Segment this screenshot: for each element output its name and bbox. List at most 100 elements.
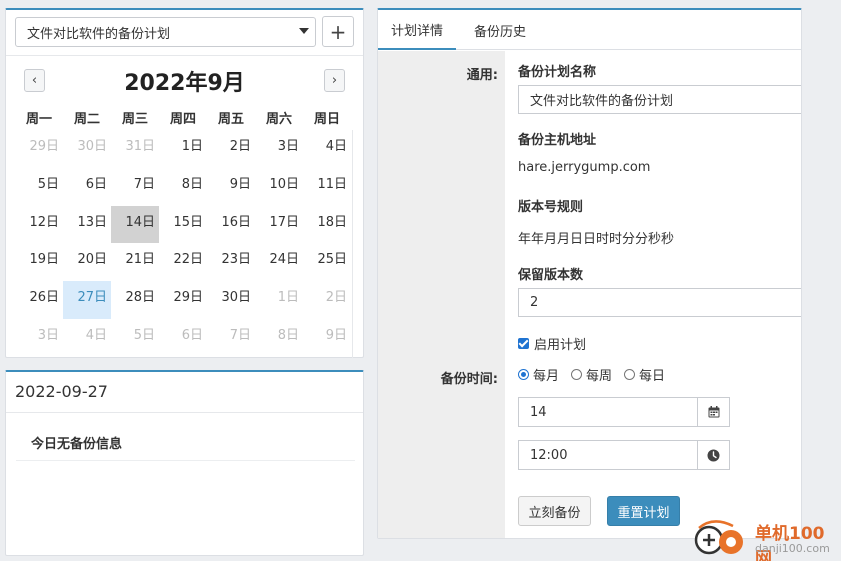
calendar-day[interactable]: 20日 xyxy=(63,243,111,281)
divider xyxy=(6,55,363,56)
calendar-day[interactable]: 8日 xyxy=(159,168,207,206)
radio-label: 每周 xyxy=(586,369,613,384)
day-input[interactable]: 14 xyxy=(518,397,698,427)
calendar-day[interactable]: 3日 xyxy=(15,319,63,357)
label-column xyxy=(378,51,505,538)
radio-weekly[interactable]: 每周 xyxy=(571,365,612,384)
plan-select[interactable]: 文件对比软件的备份计划 xyxy=(15,17,316,47)
calendar-day[interactable]: 12日 xyxy=(15,206,63,244)
calendar-day[interactable]: 30日 xyxy=(207,281,255,319)
calendar-day[interactable]: 9日 xyxy=(207,168,255,206)
radio-label: 每日 xyxy=(639,369,666,384)
radio-daily[interactable]: 每日 xyxy=(624,365,665,384)
no-backup-message: 今日无备份信息 xyxy=(31,437,123,452)
calendar-day[interactable]: 1日 xyxy=(159,130,207,168)
chevron-down-icon xyxy=(299,28,309,34)
calendar-button[interactable] xyxy=(698,397,730,427)
time-picker: 12:00 xyxy=(518,440,730,470)
calendar-day[interactable]: 2日 xyxy=(303,281,351,319)
plan-select-value: 文件对比软件的备份计划 xyxy=(27,26,171,42)
calendar-day[interactable]: 6日 xyxy=(159,319,207,357)
calendar-day[interactable]: 29日 xyxy=(15,130,63,168)
radio-button-checked[interactable] xyxy=(518,369,529,380)
calendar-day[interactable]: 1日 xyxy=(255,281,303,319)
calendar-day[interactable]: 30日 xyxy=(63,130,111,168)
clock-icon xyxy=(707,449,720,461)
next-month-button[interactable]: › xyxy=(324,69,345,92)
calendar-day-today[interactable]: 14日 xyxy=(111,205,159,244)
calendar-day[interactable]: 13日 xyxy=(63,206,111,244)
calendar-day[interactable]: 5日 xyxy=(15,168,63,206)
calendar-day[interactable]: 31日 xyxy=(111,130,159,168)
calendar-day[interactable]: 6日 xyxy=(63,168,111,206)
calendar-day[interactable]: 2日 xyxy=(207,130,255,168)
reset-plan-button[interactable]: 重置计划 xyxy=(607,496,680,526)
calendar-day[interactable]: 23日 xyxy=(207,243,255,281)
radio-button[interactable] xyxy=(624,369,636,380)
calendar-day[interactable]: 4日 xyxy=(303,130,351,168)
watermark-logo-icon xyxy=(694,520,743,555)
month-title: 2022年9月 xyxy=(124,71,245,96)
calendar-day[interactable]: 18日 xyxy=(303,206,351,244)
radio-monthly[interactable]: 每月 xyxy=(518,365,559,384)
keep-versions-title: 保留版本数 xyxy=(518,268,584,283)
calendar-day[interactable]: 9日 xyxy=(303,319,351,357)
time-input[interactable]: 12:00 xyxy=(518,440,698,470)
weekday-label: 周三 xyxy=(121,112,148,127)
calendar-day[interactable]: 19日 xyxy=(15,243,63,281)
calendar-day[interactable]: 25日 xyxy=(303,243,351,281)
calendar-day-selected[interactable]: 27日 xyxy=(63,281,111,319)
selected-date: 2022-09-27 xyxy=(15,382,108,401)
calendar-day[interactable]: 4日 xyxy=(63,319,111,357)
calendar-panel: 文件对比软件的备份计划 + ‹ 2022年9月 › 周一 周二 周三 周四 周五… xyxy=(5,8,364,358)
host-value: hare.jerrygump.com xyxy=(518,160,651,175)
enable-plan-checkbox[interactable] xyxy=(518,338,529,349)
tab-plan-detail[interactable]: 计划详情 xyxy=(378,10,456,50)
calendar-day[interactable]: 28日 xyxy=(111,281,159,319)
calendar-icon xyxy=(708,406,719,418)
enable-plan-row[interactable]: 启用计划 xyxy=(518,334,586,353)
calendar-day[interactable]: 21日 xyxy=(111,243,159,281)
site-watermark: 单机100网 danji100.com xyxy=(693,518,841,561)
weekday-header: 周一 周二 周三 周四 周五 周六 周日 xyxy=(15,108,351,127)
calendar-day[interactable]: 10日 xyxy=(255,168,303,206)
day-info-panel: 2022-09-27 今日无备份信息 xyxy=(5,370,364,556)
calendar-scrollbar[interactable] xyxy=(352,130,353,358)
calendar-day[interactable]: 7日 xyxy=(207,319,255,357)
calendar-day[interactable]: 8日 xyxy=(255,319,303,357)
radio-label: 每月 xyxy=(533,369,560,384)
clock-button[interactable] xyxy=(698,440,730,470)
calendar-day[interactable]: 24日 xyxy=(255,243,303,281)
weekday-label: 周二 xyxy=(73,112,100,127)
calendar-day[interactable]: 7日 xyxy=(111,168,159,206)
calendar-day[interactable]: 17日 xyxy=(255,206,303,244)
add-plan-button[interactable]: + xyxy=(322,16,354,47)
tab-backup-history[interactable]: 备份历史 xyxy=(474,10,526,50)
calendar-day[interactable]: 22日 xyxy=(159,243,207,281)
calendar-day[interactable]: 15日 xyxy=(159,206,207,244)
calendar-day[interactable]: 3日 xyxy=(255,130,303,168)
weekday-label: 周日 xyxy=(313,112,340,127)
version-rule-value: 年年月月日日时时分分秒秒 xyxy=(518,232,675,247)
plan-detail-panel: 计划详情 备份历史 通用: 备份计划名称 文件对比软件的备份计划 备份主机地址 … xyxy=(377,8,802,539)
calendar-day[interactable]: 11日 xyxy=(303,168,351,206)
enable-plan-label: 启用计划 xyxy=(534,338,587,353)
plan-name-input[interactable]: 文件对比软件的备份计划 xyxy=(518,85,801,114)
host-title: 备份主机地址 xyxy=(518,133,597,148)
radio-button[interactable] xyxy=(571,369,583,380)
day-picker: 14 xyxy=(518,397,730,427)
watermark-url: danji100.com xyxy=(755,542,830,555)
backup-now-button[interactable]: 立刻备份 xyxy=(518,496,591,526)
general-label: 通用: xyxy=(466,68,498,83)
tab-bar: 计划详情 备份历史 xyxy=(378,10,801,50)
calendar-day[interactable]: 29日 xyxy=(159,281,207,319)
divider xyxy=(16,460,355,461)
weekday-label: 周四 xyxy=(169,112,196,127)
plan-name-title: 备份计划名称 xyxy=(518,65,597,80)
calendar-day[interactable]: 26日 xyxy=(15,281,63,319)
calendar-day[interactable]: 5日 xyxy=(111,319,159,357)
keep-versions-input[interactable]: 2 xyxy=(518,288,801,317)
backup-time-label: 备份时间: xyxy=(440,372,498,387)
calendar-day[interactable]: 16日 xyxy=(207,206,255,244)
frequency-radio-group: 每月 每周 每日 xyxy=(518,365,677,384)
